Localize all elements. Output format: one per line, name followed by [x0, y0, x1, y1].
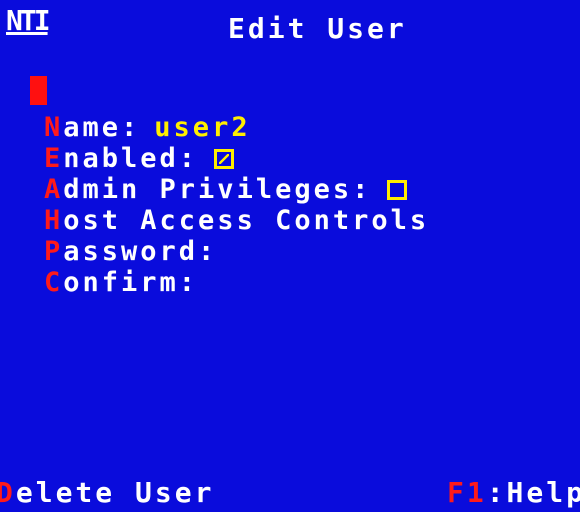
command-label: :Help: [486, 476, 580, 509]
menu-item-password[interactable]: Password:: [44, 236, 429, 267]
menu-item-label: nabled:: [63, 143, 199, 174]
hotkey-letter: E: [44, 143, 64, 174]
hotkey-letter: C: [44, 267, 64, 298]
hotkey-letter: A: [44, 174, 64, 205]
hotkey-letter: N: [44, 112, 64, 143]
help-command[interactable]: F1:Help: [447, 476, 580, 509]
menu-item-label: ame:: [63, 112, 141, 143]
edit-user-menu: Name: user2 Enabled: Admin Privileges: Ho…: [44, 112, 429, 298]
osd-screen: NTI Edit User Name: user2 Enabled: Admin …: [0, 0, 580, 512]
delete-user-command[interactable]: Delete User: [0, 476, 214, 509]
username-value[interactable]: user2: [154, 112, 250, 143]
menu-item-label: assword:: [63, 236, 218, 267]
hotkey-letter: P: [44, 236, 64, 267]
menu-item-admin-privileges[interactable]: Admin Privileges:: [44, 174, 429, 205]
command-label: elete User: [15, 476, 215, 509]
menu-item-host-access-controls[interactable]: Host Access Controls: [44, 205, 429, 236]
menu-item-enabled[interactable]: Enabled:: [44, 143, 429, 174]
menu-item-name[interactable]: Name: user2: [44, 112, 429, 143]
menu-item-label: onfirm:: [63, 267, 199, 298]
enabled-checkbox[interactable]: [214, 148, 235, 169]
hotkey-letter: H: [44, 205, 64, 236]
nti-logo: NTI: [6, 4, 51, 37]
text-cursor: [30, 76, 47, 105]
menu-item-confirm[interactable]: Confirm:: [44, 267, 429, 298]
menu-item-label: dmin Privileges:: [63, 174, 372, 205]
admin-privileges-checkbox[interactable]: [387, 179, 408, 200]
hotkey-letter: D: [0, 476, 16, 509]
menu-item-label: ost Access Controls: [63, 205, 430, 236]
hotkey-letter: F1: [446, 476, 487, 509]
page-title: Edit User: [228, 12, 407, 45]
